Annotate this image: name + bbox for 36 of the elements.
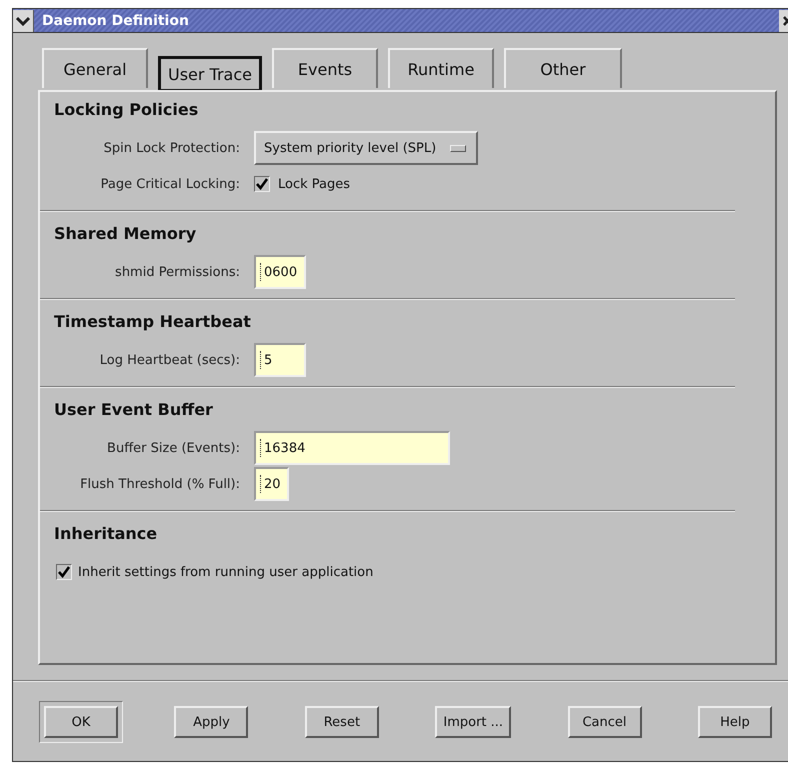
tab[interactable]: User Trace bbox=[158, 56, 262, 92]
dialog-button[interactable]: Reset bbox=[304, 706, 379, 738]
dialog-button[interactable]: OK bbox=[44, 706, 118, 738]
checkbox-label: Inherit settings from running user application bbox=[78, 564, 374, 580]
option-menu[interactable]: System priority level (SPL) bbox=[254, 131, 478, 165]
window-menu-button[interactable] bbox=[13, 10, 34, 32]
tab[interactable]: Other bbox=[504, 48, 622, 88]
field-label: Buffer Size (Events): bbox=[106, 440, 240, 456]
tab[interactable]: Runtime bbox=[388, 48, 494, 88]
checkbox[interactable] bbox=[254, 176, 270, 192]
option-indicator-icon bbox=[450, 144, 466, 152]
input-field[interactable]: 20 bbox=[254, 467, 289, 501]
dialog-button[interactable]: Cancel bbox=[568, 706, 642, 738]
input-field[interactable]: 16384 bbox=[254, 431, 450, 465]
field-label: Page Critical Locking: bbox=[100, 176, 240, 192]
tab[interactable]: General bbox=[42, 48, 148, 88]
tab[interactable]: Events bbox=[272, 48, 378, 88]
section-heading: User Event Buffer bbox=[54, 400, 214, 421]
field-label: shmid Permissions: bbox=[114, 264, 240, 280]
section-heading: Inheritance bbox=[54, 524, 158, 545]
section-heading: Shared Memory bbox=[54, 224, 198, 245]
close-button[interactable] bbox=[779, 10, 788, 32]
input-field[interactable]: 0600 bbox=[254, 255, 306, 289]
checkbox[interactable] bbox=[56, 564, 72, 580]
field-label: Flush Threshold (% Full): bbox=[79, 476, 240, 492]
dialog-button[interactable]: Help bbox=[698, 706, 772, 738]
section-heading: Timestamp Heartbeat bbox=[54, 312, 252, 333]
chevron-down-icon bbox=[16, 16, 30, 26]
dialog-button[interactable]: Import ... bbox=[435, 706, 512, 738]
dialog-button[interactable]: Apply bbox=[174, 706, 248, 738]
field-label: Spin Lock Protection: bbox=[102, 140, 240, 156]
checkbox-label: Lock Pages bbox=[278, 176, 350, 192]
field-label: Log Heartbeat (secs): bbox=[98, 352, 240, 368]
input-field[interactable]: 5 bbox=[254, 343, 306, 377]
window-title: Daemon Definition bbox=[41, 12, 190, 28]
section-heading: Locking Policies bbox=[54, 100, 200, 121]
